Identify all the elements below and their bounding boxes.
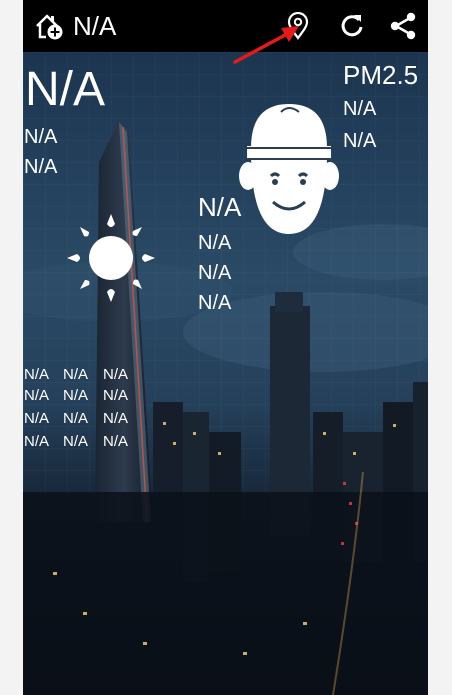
pm25-value: N/A (343, 98, 377, 120)
forecast-cell: N/A (63, 387, 89, 404)
condition-detail-3: N/A (198, 292, 232, 314)
forecast-cell: N/A (63, 410, 89, 427)
condition-detail-2: N/A (198, 262, 232, 284)
temperature-value: N/A (25, 63, 106, 116)
app-screen: N/A N/A N/A PM2.5 N/A N/A N/A N/A N/A N/… (23, 0, 428, 695)
forecast-cell: N/A (103, 433, 129, 450)
forecast-cell: N/A (24, 410, 50, 427)
city-background: N/A N/A N/A PM2.5 N/A N/A N/A N/A N/A N/… (23, 52, 428, 695)
forecast-cell: N/A (103, 366, 129, 383)
home-add-icon[interactable] (34, 12, 64, 40)
forecast-cell: N/A (24, 433, 50, 450)
pm25-level: N/A (343, 130, 377, 152)
forecast-cell: N/A (103, 410, 129, 427)
condition-title: N/A (198, 192, 242, 222)
sun-icon (67, 214, 155, 302)
city-title: N/A (73, 11, 117, 41)
forecast-cell: N/A (63, 433, 89, 450)
temperature-detail-2: N/A (24, 156, 58, 178)
condition-detail-1: N/A (198, 232, 232, 254)
location-pin-icon[interactable] (287, 12, 309, 40)
pm25-label: PM2.5 (343, 60, 419, 90)
share-icon[interactable] (389, 12, 417, 40)
forecast-cell: N/A (24, 387, 50, 404)
top-bar: N/A (23, 0, 428, 52)
refresh-icon[interactable] (339, 11, 365, 39)
mascot-face-icon (239, 104, 339, 234)
forecast-cell: N/A (63, 366, 89, 383)
temperature-detail-1: N/A (24, 126, 58, 148)
forecast-cell: N/A (103, 387, 129, 404)
forecast-cell: N/A (24, 366, 50, 383)
